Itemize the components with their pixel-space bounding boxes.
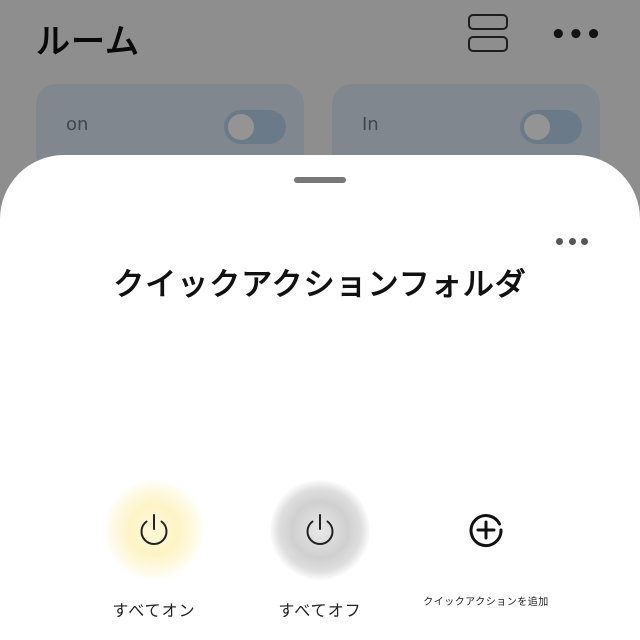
all-on-label: すべてオン (112, 601, 196, 620)
quick-action-folder-sheet: クイックアクションフォルダ すべてオン すべてオフ クイックアクションを追加 (0, 155, 640, 640)
all-off-label: すべてオフ (278, 601, 362, 620)
add-quick-action-label: クイックアクションを追加 (423, 597, 549, 608)
all-on-button[interactable]: すべてオン (84, 480, 224, 620)
power-icon (140, 514, 168, 545)
sheet-title: クイックアクションフォルダ (113, 267, 527, 303)
power-icon (306, 514, 334, 545)
more-horizontal-icon[interactable] (556, 235, 588, 247)
screen: ルーム ••• on In クイックアクションフォルダ すべてオン すべてオフ … (0, 0, 640, 640)
add-quick-action-button[interactable]: クイックアクションを追加 (416, 480, 556, 620)
add-circle-icon (469, 514, 503, 548)
all-off-button[interactable]: すべてオフ (250, 480, 390, 620)
sheet-grabber-handle[interactable] (294, 177, 346, 183)
